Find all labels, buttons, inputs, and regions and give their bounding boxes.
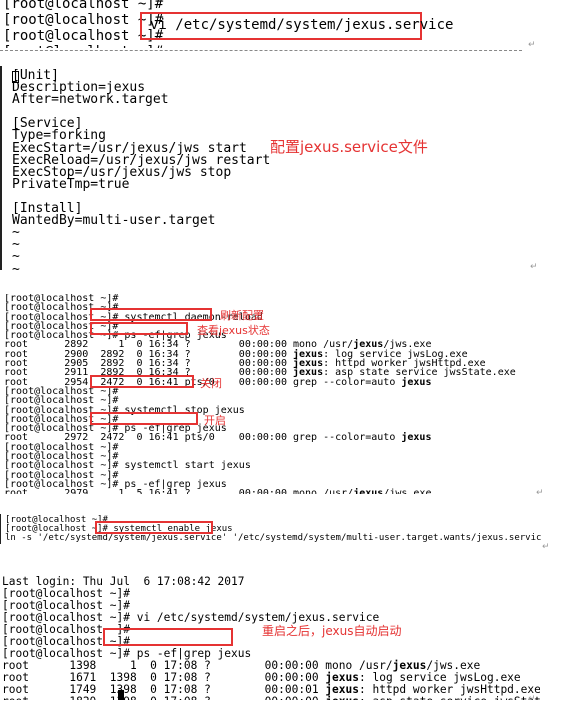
enable-lines: [root@localhost ~]# [root@localhost ~]# s… [5, 516, 541, 543]
return-arrow-icon: ↵ [542, 542, 550, 552]
terminal-panel-systemctl: [root@localhost ~]# [root@localhost ~]# [r… [0, 294, 540, 494]
stop-annotation: 关闭 [200, 377, 222, 390]
panel1-divider [0, 50, 522, 51]
return-arrow-icon: ↵ [536, 488, 544, 498]
ps-grep-after-reboot-highlight [103, 628, 233, 646]
enable-highlight [95, 521, 213, 534]
unit-file-line: After=network.target [12, 92, 169, 108]
unit-file-line: ~ [12, 249, 20, 265]
editor-cursor [12, 71, 19, 83]
reload-annotation: 刷新配置 [220, 309, 264, 322]
vi-command-text: vi /etc/systemd/system/jexus.service [150, 17, 454, 33]
unit-file-line: ~ [12, 261, 20, 270]
terminal-line: [root@localhost ~]# [3, 44, 163, 48]
unit-file-line: WantedBy=multi-user.target [12, 213, 216, 229]
unit-file-line: ~ [12, 225, 20, 241]
unit-file-line: ~ [12, 237, 20, 253]
unit-file-line: PrivateTmp=true [12, 176, 130, 192]
terminal-line: ln -s '/etc/systemd/system/jexus.service… [5, 533, 541, 543]
stop-highlight [90, 375, 194, 388]
vi-editor-panel[interactable]: [Unit] Description=jexus After=network.tar… [0, 66, 530, 270]
terminal-line: [root@localhost ~]# [3, 0, 164, 12]
terminal-panel-vi-command: [root@localhost ~]# [root@localhost ~]# [r… [0, 0, 520, 48]
terminal-panel-enable: [root@localhost ~]# [root@localhost ~]# s… [0, 514, 541, 544]
ps-grep-highlight [90, 322, 188, 335]
start-highlight [90, 412, 198, 425]
terminal-line: root 2979 1 5 16:41 ? 00:00:00 mono /usr… [4, 488, 432, 494]
unit-file-lines: [Unit] Description=jexus After=network.tar… [12, 69, 270, 270]
unit-file-annotation: 配置jexus.service文件 [270, 138, 428, 156]
terminal-line: root 1820 1398 0 17:08 ? 00:00:00 jexus:… [2, 696, 540, 701]
daemon-reload-highlight [90, 308, 212, 321]
status-annotation: 查看jexus状态 [197, 324, 270, 337]
terminal-cursor [118, 690, 124, 700]
return-arrow-icon: ↵ [530, 262, 538, 272]
start-annotation: 开启 [204, 414, 226, 427]
return-arrow-icon: ↵ [528, 40, 536, 50]
after-reboot-annotation: 重启之后，jexus自动启动 [262, 624, 402, 638]
